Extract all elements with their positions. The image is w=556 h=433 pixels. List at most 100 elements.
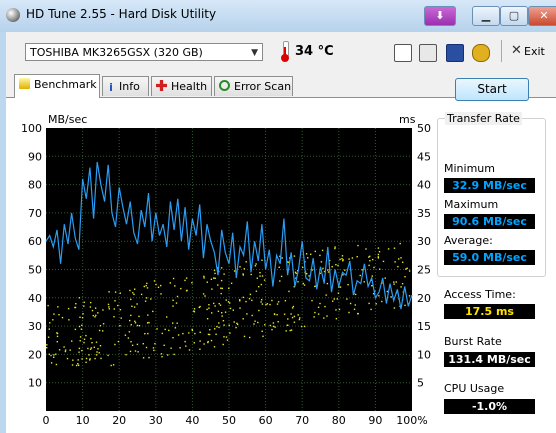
access-time-point [90,347,93,349]
access-time-point [261,330,263,332]
access-time-point [368,302,370,305]
access-time-point [387,248,390,250]
minimum-label: Minimum [444,162,495,175]
access-time-point [239,307,241,309]
access-time-point [93,346,95,348]
access-time-point [77,359,79,361]
access-time-point [154,343,156,345]
access-time-point [337,292,340,294]
access-time-point [269,303,271,306]
access-time-point [136,324,139,327]
access-time-point [281,257,283,259]
access-time-point [87,347,89,350]
access-time-point [346,298,348,300]
access-time-point [172,305,174,307]
access-time-value: 17.5 ms [444,304,535,319]
access-time-point [169,282,171,284]
access-time-point [204,295,206,297]
access-time-point [161,332,163,335]
access-time-point [229,332,231,334]
access-time-point [357,312,359,315]
access-time-point [138,315,140,318]
access-time-point [133,306,136,308]
access-time-point [49,322,51,324]
access-time-point [218,302,220,305]
access-time-point [174,285,176,287]
cpu-usage-value: -1.0% [444,399,535,414]
access-time-point [277,301,280,303]
access-time-point [302,266,304,269]
access-time-point [119,325,121,327]
access-time-point [140,293,143,296]
access-time-point [172,277,175,280]
access-time-point [303,325,306,328]
access-time-point [88,354,90,356]
access-time-point [291,307,294,309]
access-time-point [393,307,396,309]
access-time-point [220,267,223,269]
access-time-point [119,292,121,294]
access-time-point [83,338,86,340]
access-time-point [278,266,280,268]
access-time-point [320,261,323,263]
access-time-point [377,247,380,249]
access-time-point [242,296,244,299]
cpu-usage-label: CPU Usage [444,382,505,395]
access-time-point [233,321,235,323]
access-time-point [173,353,175,356]
tab-benchmark[interactable]: Benchmark [14,74,100,98]
access-time-point [334,247,336,250]
access-time-point [136,343,139,346]
access-time-point [289,329,291,332]
access-time-point [353,308,356,310]
x-tick-label: 70 [295,414,309,427]
access-time-point [134,322,137,324]
access-time-point [199,331,201,333]
access-time-point [384,277,386,279]
access-time-point [333,298,335,300]
access-time-point [261,275,264,277]
access-time-point [152,310,154,313]
access-time-point [307,257,309,259]
access-time-point [213,269,216,272]
y-left-tick-label: 100 [21,122,42,135]
access-time-point [402,261,404,263]
access-time-point [102,309,104,311]
access-time-point [127,337,130,339]
access-time-point [102,330,104,332]
y-left-axis-label: MB/sec [48,113,87,126]
access-time-point [152,347,155,349]
access-time-point [142,343,144,345]
access-time-point [193,308,196,310]
access-time-point [214,328,216,330]
access-time-point [284,300,287,302]
access-time-point [404,276,406,278]
access-time-point [242,273,244,275]
access-time-point [79,340,81,342]
access-time-point [67,307,70,310]
access-time-point [64,350,67,353]
access-time-point [68,319,70,321]
access-time-point [354,293,357,296]
start-button[interactable]: Start [455,78,529,101]
y-right-tick-label: 35 [417,207,431,220]
y-right-tick-label: 25 [417,264,431,277]
access-time-point [265,303,267,306]
access-time-point [249,293,252,296]
access-time-point [297,281,299,283]
access-time-point [339,258,341,261]
access-time-point [222,320,225,322]
access-time-point [277,321,279,323]
access-time-point [290,329,293,331]
access-time-point [78,325,81,328]
access-time-point [225,336,228,338]
access-time-point [185,290,188,292]
access-time-point [245,261,247,263]
access-time-point [94,357,96,360]
access-time-point [261,299,263,301]
access-time-point [235,326,237,329]
access-time-point [75,364,78,367]
access-time-point [164,328,166,331]
access-time-point [261,259,263,261]
access-time-point [288,290,290,293]
